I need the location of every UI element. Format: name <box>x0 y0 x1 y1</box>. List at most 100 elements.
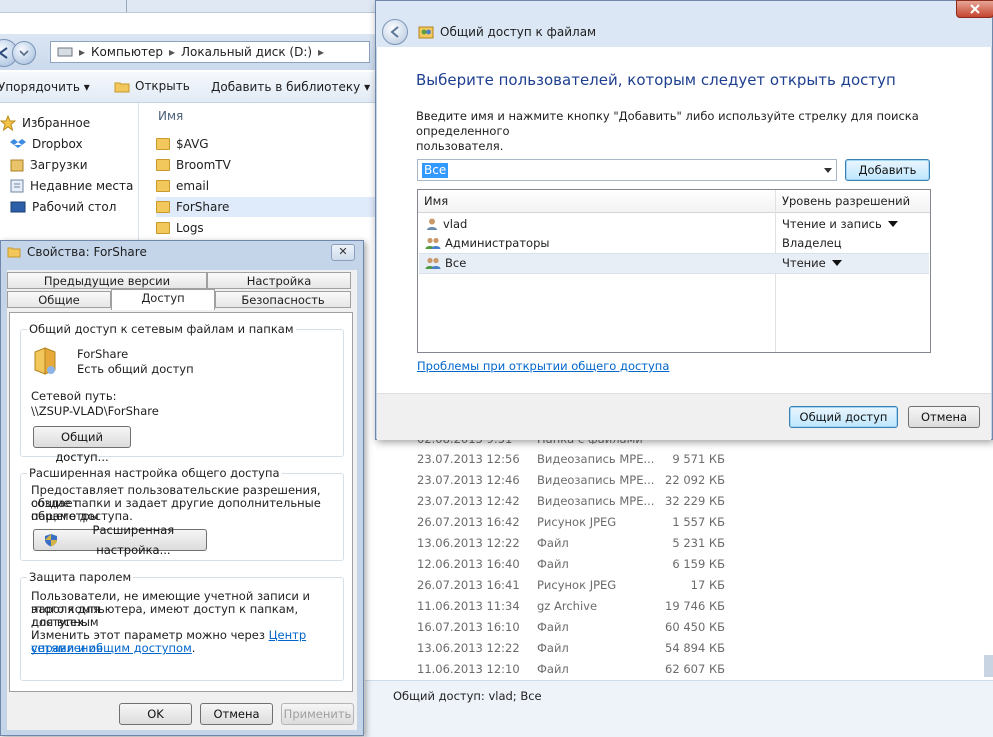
advanced-sharing-group: Расширенная настройка общего доступа Пре… <box>20 466 344 561</box>
network-path-label: Сетевой путь: <box>31 389 117 403</box>
cancel-button[interactable]: Отмена <box>200 703 273 725</box>
table-row[interactable]: 26.07.2013 16:41 Рисунок JPEG 17 КБ <box>417 578 725 599</box>
breadcrumb-disk[interactable]: Локальный диск (D:) <box>181 45 312 59</box>
folder-sharing-state: Есть общий доступ <box>77 362 194 376</box>
group-title: Общий доступ к сетевым файлам и папкам <box>27 322 296 336</box>
table-row[interactable]: 23.07.2013 12:46 Видеозапись MPE... 22 092… <box>417 473 725 494</box>
tab-general[interactable]: Общие <box>7 291 111 308</box>
breadcrumb-separator: ▸ <box>168 45 175 59</box>
column-header-permission[interactable]: Уровень разрешений <box>782 194 910 208</box>
properties-body: Предыдущие версии Настройка Общие Безопа… <box>7 270 357 730</box>
advanced-sharing-button[interactable]: Расширенная настройка... <box>33 523 207 557</box>
folder-icon <box>156 138 170 150</box>
table-row[interactable]: 11.06.2013 11:34 gz Archive 19 746 КБ <box>417 599 725 620</box>
apply-button[interactable]: Применить <box>281 703 354 725</box>
close-button[interactable]: ✕ <box>331 244 355 261</box>
open-folder-icon <box>114 82 130 92</box>
network-center-link[interactable]: сетями и общим доступом <box>31 641 192 655</box>
folder-icon <box>7 247 21 258</box>
star-icon <box>0 115 16 131</box>
scrollbar-thumb[interactable] <box>984 655 993 677</box>
add-user-button[interactable]: Добавить <box>845 159 930 181</box>
uac-shield-icon <box>45 534 57 547</box>
chevron-down-icon[interactable] <box>824 168 832 173</box>
sidebar-item-downloads[interactable]: Загрузки <box>10 156 88 174</box>
details-pane: Общий доступ: vlad; Все <box>365 680 993 737</box>
permissions-table: Имя Уровень разрешений vlad Чтение и зап… <box>417 189 931 353</box>
list-item[interactable]: email <box>156 176 376 196</box>
table-row[interactable]: vlad Чтение и запись <box>419 215 929 234</box>
list-item[interactable]: $AVG <box>156 134 376 154</box>
password-change-line: сетями и общим доступом. <box>31 641 196 655</box>
sidebar-item-favorites[interactable]: Избранное <box>0 114 90 132</box>
group-icon <box>425 257 441 269</box>
properties-title-bar: Свойства: ForShare <box>7 245 147 259</box>
open-button[interactable]: Открыть <box>114 79 190 93</box>
tab-sharing[interactable]: Доступ <box>111 289 215 310</box>
explorer-top-strip <box>0 0 375 13</box>
combobox-value[interactable]: Все <box>422 163 449 178</box>
folder-icon <box>156 222 170 234</box>
password-protection-group: Защита паролем Пользователи, не имеющие … <box>20 570 344 681</box>
explorer-toolbar: Упорядочить ▾ Открыть Добавить в библиот… <box>0 72 375 103</box>
drive-icon <box>57 47 73 57</box>
breadcrumb-computer[interactable]: Компьютер <box>91 45 163 59</box>
group-icon <box>425 237 441 249</box>
table-row[interactable]: 16.07.2013 16:10 Файл 60 450 КБ <box>417 620 725 641</box>
add-to-library-button[interactable]: Добавить в библиотеку ▾ <box>211 80 370 94</box>
cancel-button[interactable]: Отмена <box>908 406 980 428</box>
file-details-list: 02.08.2013 9:51Папка с файлами 23.07.201… <box>365 432 993 678</box>
column-header-name[interactable]: Имя <box>158 109 183 123</box>
close-icon: ✕ <box>338 245 348 258</box>
sharing-wizard-icon <box>418 26 434 39</box>
ok-button[interactable]: OK <box>119 703 192 725</box>
column-header-name[interactable]: Имя <box>424 194 448 208</box>
sharing-content: Выберите пользователей, которым следует … <box>377 47 991 393</box>
folder-icon <box>156 159 170 171</box>
network-path-value: \\ZSUP-VLAD\ForShare <box>31 404 159 418</box>
table-row[interactable]: 13.06.2013 12:22 Файл 54 894 КБ <box>417 641 725 662</box>
tab-customize[interactable]: Настройка <box>207 272 351 289</box>
page-title: Выберите пользователей, которым следует … <box>416 71 896 89</box>
back-button[interactable] <box>382 19 408 45</box>
table-row[interactable]: 12.06.2013 16:40 Файл 6 159 КБ <box>417 557 725 578</box>
organize-button[interactable]: Упорядочить ▾ <box>0 80 90 94</box>
table-header: Имя Уровень разрешений <box>418 190 930 213</box>
folder-name: ForShare <box>77 347 129 361</box>
forward-nav-button[interactable] <box>12 41 36 65</box>
address-bar[interactable]: ▸ Компьютер ▸ Локальный диск (D:) ▸ <box>50 41 370 63</box>
sidebar-item-dropbox[interactable]: Dropbox <box>10 135 83 153</box>
recent-places-icon <box>10 179 24 193</box>
sidebar-item-desktop[interactable]: Рабочий стол <box>10 198 116 216</box>
table-row[interactable]: Администраторы Владелец <box>419 234 929 253</box>
sharing-problems-link[interactable]: Проблемы при открытии общего доступа <box>417 359 669 373</box>
group-title: Защита паролем <box>27 570 134 584</box>
list-item[interactable]: Logs <box>156 218 376 238</box>
dropbox-icon <box>10 139 26 148</box>
close-button[interactable] <box>956 0 993 18</box>
permission-dropdown-arrow[interactable] <box>887 221 898 227</box>
folder-icon <box>156 180 170 192</box>
list-item-selected[interactable]: ForShare <box>156 197 376 217</box>
tab-security[interactable]: Безопасность <box>215 291 351 308</box>
table-row[interactable]: 23.07.2013 12:42 Видеозапись MPE... 32 229… <box>417 494 725 515</box>
sharing-status-text: Общий доступ: vlad; Все <box>393 689 542 703</box>
permission-dropdown-arrow[interactable] <box>831 260 842 266</box>
sharing-title: Общий доступ к файлам <box>418 24 596 40</box>
sharing-title-bar: Общий доступ к файлам <box>376 0 993 47</box>
sidebar-item-recent[interactable]: Недавние места <box>10 177 133 195</box>
share-confirm-button[interactable]: Общий доступ <box>789 406 898 428</box>
sharing-tab-panel: Общий доступ к сетевым файлам и папкам F… <box>9 312 353 692</box>
table-row[interactable]: 13.06.2013 12:22 Файл 5 231 КБ <box>417 536 725 557</box>
share-button[interactable]: Общий доступ... <box>33 426 131 464</box>
breadcrumb-separator: ▸ <box>79 45 86 59</box>
table-row-selected[interactable]: Все Чтение <box>419 253 929 274</box>
table-row[interactable]: 23.07.2013 12:56 Видеозапись MPE... 9 571 … <box>417 452 725 473</box>
user-name-combobox[interactable]: Все <box>417 159 837 181</box>
sharing-footer: Общий доступ Отмена <box>377 393 991 440</box>
group-title: Расширенная настройка общего доступа <box>27 466 282 480</box>
table-row[interactable]: 26.07.2013 16:42 Рисунок JPEG 1 557 КБ <box>417 515 725 536</box>
tab-previous-versions[interactable]: Предыдущие версии <box>7 272 207 289</box>
list-item[interactable]: BroomTV <box>156 155 376 175</box>
network-sharing-group: Общий доступ к сетевым файлам и папкам F… <box>20 322 344 464</box>
